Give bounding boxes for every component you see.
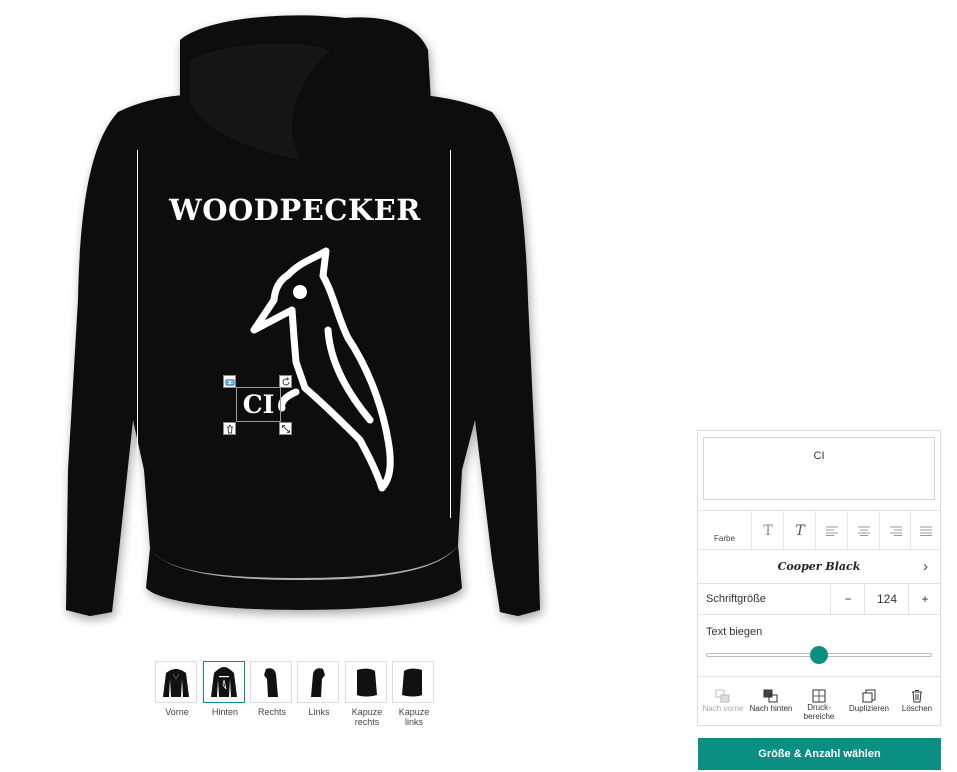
thumbnail-vorne[interactable]: Vorne	[155, 661, 199, 717]
chevron-right-icon: ›	[923, 558, 928, 575]
resize-handle-icon[interactable]	[279, 422, 292, 435]
align-justify-icon[interactable]	[910, 511, 941, 550]
hoodie-image	[66, 15, 540, 616]
trash-icon	[912, 690, 922, 703]
hood-right-thumb-icon	[357, 668, 377, 697]
thumbnail-rechts[interactable]: Rechts	[250, 661, 294, 717]
bring-forward-button[interactable]: Nach vorne	[698, 677, 748, 727]
hood-left-thumb-icon	[402, 668, 422, 697]
duplicate-button[interactable]: Duplizieren	[844, 677, 894, 727]
delete-button[interactable]: Löschen	[894, 677, 940, 727]
font-name: Cooper Black	[777, 560, 861, 573]
font-size-control: Schriftgröße − 124 +	[698, 583, 940, 615]
layer-toolbar: Nach vorne Nach hinten Druck- bereiche D…	[698, 676, 940, 727]
text-curve-control: Text biegen	[698, 614, 940, 677]
align-right-icon[interactable]	[879, 511, 911, 550]
format-toolbar: Farbe T T	[698, 510, 940, 550]
thumbnail-hinten[interactable]: Hinten	[203, 661, 247, 717]
color-button[interactable]: Farbe	[698, 511, 751, 550]
selected-text-element[interactable]: CI	[236, 387, 281, 422]
size-increase-button[interactable]: +	[908, 584, 941, 615]
choose-size-quantity-button[interactable]: Größe & Anzahl wählen	[698, 738, 941, 770]
print-area-icon	[812, 689, 826, 703]
product-preview: WOODPECKER CI	[0, 0, 690, 650]
hoodie-right-thumb-icon	[264, 668, 278, 697]
duplicate-handle-icon[interactable]	[223, 375, 236, 388]
curve-slider-handle[interactable]	[810, 646, 828, 664]
italic-icon[interactable]: T	[783, 511, 816, 550]
text-input[interactable]: CI	[703, 437, 935, 500]
thumbnail-kapuze-rechts[interactable]: Kapuze rechts	[345, 661, 389, 727]
print-text-woodpecker[interactable]: WOODPECKER	[150, 193, 440, 227]
print-areas-button[interactable]: Druck- bereiche	[794, 677, 844, 727]
hoodie-back-thumb-icon	[211, 667, 237, 697]
size-value-input[interactable]: 124	[864, 584, 909, 615]
duplicate-icon	[862, 689, 876, 703]
print-area-right-guide	[450, 150, 451, 518]
thumbnail-kapuze-links[interactable]: Kapuze links	[392, 661, 436, 727]
font-selector[interactable]: Cooper Black ›	[698, 549, 940, 584]
bold-icon[interactable]: T	[751, 511, 784, 550]
text-editor-panel: CI Farbe T T Cooper Black › Schriftgröße…	[697, 430, 941, 726]
selected-text[interactable]: CI	[237, 388, 280, 421]
thumbnail-links[interactable]: Links	[297, 661, 341, 717]
send-backward-icon	[763, 689, 778, 703]
hoodie-left-thumb-icon	[311, 668, 325, 697]
print-area-left-guide	[137, 150, 138, 518]
align-center-icon[interactable]	[847, 511, 880, 550]
send-backward-button[interactable]: Nach hinten	[748, 677, 794, 727]
size-decrease-button[interactable]: −	[830, 584, 865, 615]
bring-forward-icon	[715, 689, 730, 703]
align-left-icon[interactable]	[815, 511, 848, 550]
delete-handle-icon[interactable]	[223, 422, 236, 435]
hoodie-front-thumb-icon	[163, 669, 189, 697]
rotate-handle-icon[interactable]	[279, 375, 292, 388]
